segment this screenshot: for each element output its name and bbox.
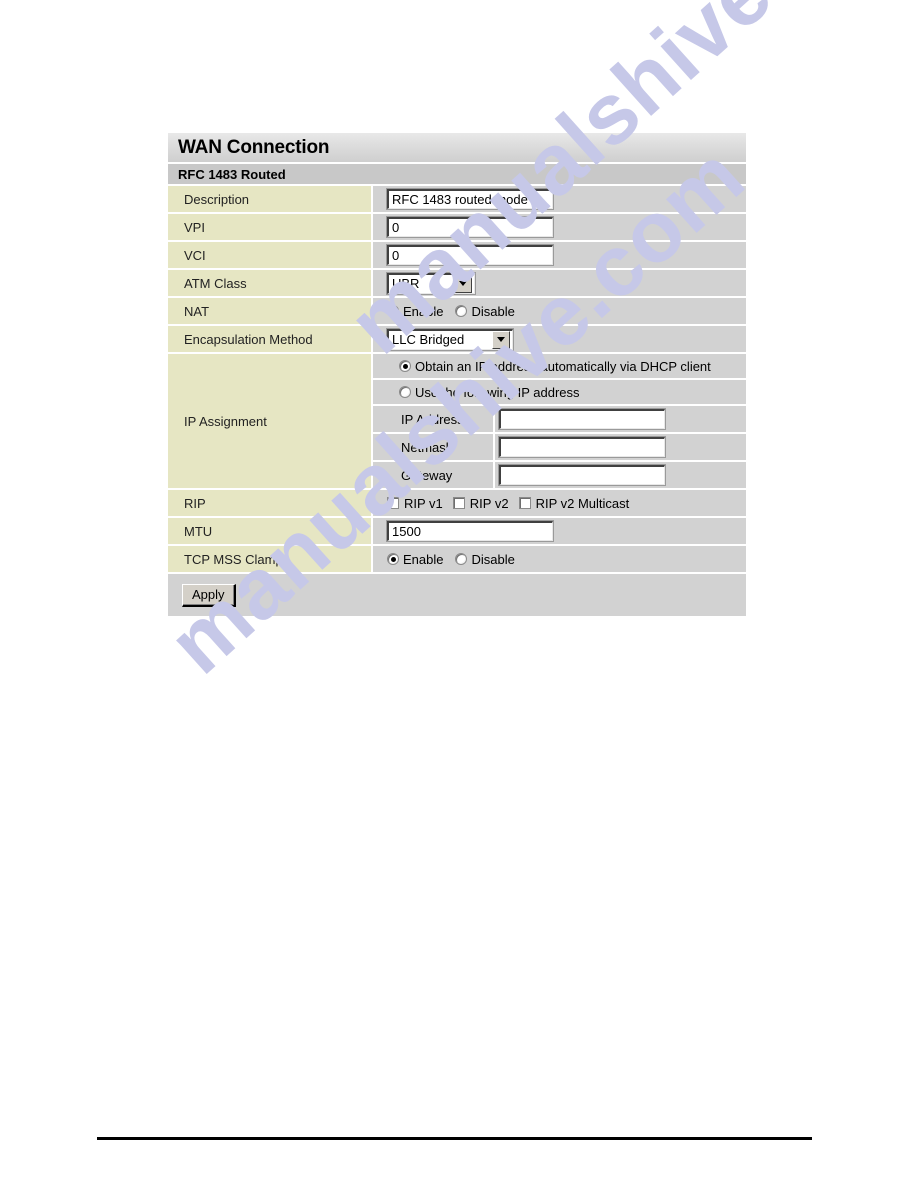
label-gateway: Gateway [373, 462, 495, 488]
ip-assignment-radio-static[interactable]: Use the following IP address [399, 385, 580, 400]
field-mtu: 1500 [373, 518, 746, 544]
row-rip: RIP RIP v1 RIP v2 RIP v2 Multicast [168, 490, 746, 518]
panel-title-bar: WAN Connection [168, 133, 746, 164]
label-ip-assignment: IP Assignment [168, 354, 373, 488]
encapsulation-method-select[interactable]: LLC Bridged [386, 327, 514, 351]
row-encapsulation-method: Encapsulation Method LLC Bridged [168, 326, 746, 354]
tcp-mss-clamp-radio-group: Enable Disable [387, 552, 527, 567]
label-ip-address: IP Address [373, 406, 495, 432]
nat-radio-enable-label: Enable [403, 303, 444, 319]
checkbox-unchecked-icon[interactable] [452, 497, 465, 509]
radio-selected-icon[interactable] [387, 305, 399, 317]
chevron-down-icon [454, 274, 472, 293]
page-footer-rule [97, 1137, 812, 1140]
rip-checkbox-v2-multicast[interactable]: RIP v2 Multicast [518, 495, 630, 511]
radio-selected-icon[interactable] [399, 360, 411, 372]
row-nat: NAT Enable Disable [168, 298, 746, 326]
label-vci: VCI [168, 242, 373, 268]
row-tcp-mss-clamp: TCP MSS Clamp Enable Disable [168, 546, 746, 574]
field-rip: RIP v1 RIP v2 RIP v2 Multicast [373, 490, 746, 516]
wan-connection-panel: WAN Connection RFC 1483 Routed Descripti… [168, 133, 746, 616]
vpi-input[interactable]: 0 [386, 216, 554, 238]
field-gateway [495, 462, 746, 488]
row-atm-class: ATM Class UBR [168, 270, 746, 298]
rip-checkbox-v2-multicast-label: RIP v2 Multicast [535, 495, 630, 511]
apply-button[interactable]: Apply [182, 583, 236, 607]
ip-assignment-radio-dhcp-label: Obtain an IP address automatically via D… [415, 358, 711, 374]
row-vci: VCI 0 [168, 242, 746, 270]
field-atm-class: UBR [373, 270, 746, 296]
ip-assignment-content: Obtain an IP address automatically via D… [373, 354, 746, 488]
row-netmask: Netmask [373, 434, 746, 462]
field-netmask [495, 434, 746, 460]
description-input[interactable]: RFC 1483 routed mode [386, 188, 554, 210]
label-vpi: VPI [168, 214, 373, 240]
field-tcp-mss-clamp: Enable Disable [373, 546, 746, 572]
page-title: WAN Connection [178, 136, 330, 158]
field-ip-address [495, 406, 746, 432]
rip-checkbox-v1[interactable]: RIP v1 [387, 496, 443, 511]
radio-selected-icon[interactable] [387, 553, 399, 565]
nat-radio-group: Enable Disable [387, 304, 527, 319]
row-ip-address: IP Address [373, 406, 746, 434]
label-atm-class: ATM Class [168, 270, 373, 296]
vci-input[interactable]: 0 [386, 244, 554, 266]
row-description: Description RFC 1483 routed mode [168, 186, 746, 214]
rip-checkbox-group: RIP v1 RIP v2 RIP v2 Multicast [387, 496, 639, 511]
panel-footer: Apply [168, 574, 746, 616]
ip-assignment-radio-static-label: Use the following IP address [415, 384, 580, 400]
row-gateway: Gateway [373, 462, 746, 488]
tcp-mss-clamp-radio-enable-label: Enable [403, 551, 444, 567]
netmask-input[interactable] [498, 436, 666, 458]
tcp-mss-clamp-radio-disable[interactable]: Disable [455, 551, 515, 567]
ip-assignment-radio-dhcp[interactable]: Obtain an IP address automatically via D… [399, 359, 711, 374]
label-netmask: Netmask [373, 434, 495, 460]
field-vci: 0 [373, 242, 746, 268]
nat-radio-enable[interactable]: Enable [387, 304, 443, 319]
radio-unselected-icon[interactable] [399, 386, 411, 398]
label-nat: NAT [168, 298, 373, 324]
atm-class-selected-value: UBR [392, 276, 420, 291]
field-vpi: 0 [373, 214, 746, 240]
label-description: Description [168, 186, 373, 212]
field-description: RFC 1483 routed mode [373, 186, 746, 212]
ip-assignment-option-static-wrap: Use the following IP address [373, 380, 746, 406]
mtu-input[interactable]: 1500 [386, 520, 554, 542]
atm-class-select[interactable]: UBR [386, 271, 476, 295]
label-mtu: MTU [168, 518, 373, 544]
panel-subtitle-bar: RFC 1483 Routed [168, 164, 746, 186]
checkbox-unchecked-icon[interactable] [518, 497, 531, 509]
radio-unselected-icon[interactable] [455, 305, 468, 317]
panel-subtitle: RFC 1483 Routed [178, 166, 286, 182]
checkbox-unchecked-icon[interactable] [387, 497, 399, 509]
encapsulation-selected-value: LLC Bridged [392, 332, 465, 347]
gateway-input[interactable] [498, 464, 666, 486]
row-mtu: MTU 1500 [168, 518, 746, 546]
nat-radio-disable-label: Disable [471, 303, 515, 319]
rip-checkbox-v2[interactable]: RIP v2 [452, 495, 509, 511]
chevron-down-icon [492, 330, 510, 349]
ip-address-input[interactable] [498, 408, 666, 430]
tcp-mss-clamp-radio-disable-label: Disable [471, 551, 515, 567]
label-rip: RIP [168, 490, 373, 516]
nat-radio-disable[interactable]: Disable [455, 303, 515, 319]
rip-checkbox-v1-label: RIP v1 [404, 495, 443, 511]
label-tcp-mss-clamp: TCP MSS Clamp [168, 546, 373, 572]
field-nat: Enable Disable [373, 298, 746, 324]
ip-assignment-option-dhcp-wrap: Obtain an IP address automatically via D… [373, 354, 746, 380]
row-vpi: VPI 0 [168, 214, 746, 242]
field-encapsulation-method: LLC Bridged [373, 326, 746, 352]
row-ip-assignment: IP Assignment Obtain an IP address autom… [168, 354, 746, 490]
rip-checkbox-v2-label: RIP v2 [469, 495, 509, 511]
radio-unselected-icon[interactable] [455, 553, 468, 565]
tcp-mss-clamp-radio-enable[interactable]: Enable [387, 552, 443, 567]
label-encapsulation-method: Encapsulation Method [168, 326, 373, 352]
